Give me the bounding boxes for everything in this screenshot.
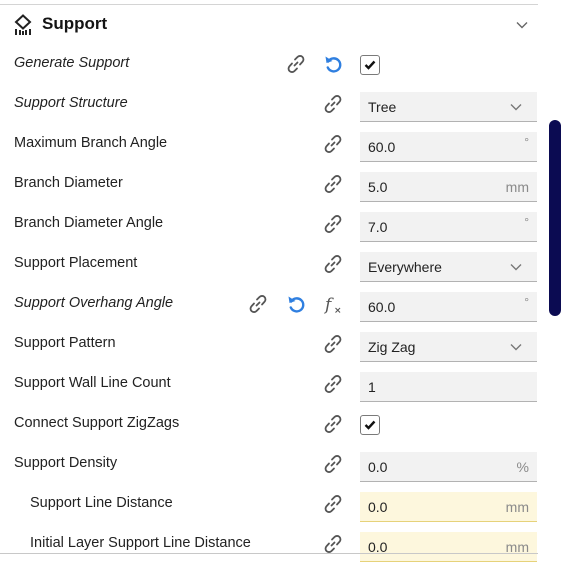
- setting-value: 0.0: [368, 459, 388, 475]
- link-icon[interactable]: [321, 412, 345, 436]
- setting-value: Everywhere: [368, 259, 442, 275]
- setting-unit: %: [516, 459, 529, 475]
- setting-unit: mm: [505, 179, 529, 195]
- setting-row-branch-diameter-angle: Branch Diameter Angle 7.0 °: [0, 204, 538, 244]
- setting-row-support-wall-line-count: Support Wall Line Count 1: [0, 364, 538, 404]
- link-icon[interactable]: [321, 332, 345, 356]
- setting-label: Maximum Branch Angle: [14, 135, 168, 151]
- link-icon[interactable]: [321, 252, 345, 276]
- setting-label: Support Line Distance: [30, 495, 173, 511]
- setting-dropdown[interactable]: Everywhere: [360, 252, 537, 282]
- link-icon[interactable]: [284, 52, 308, 76]
- scrollbar-thumb[interactable]: [549, 120, 561, 316]
- chevron-down-icon: [509, 260, 523, 274]
- setting-dropdown[interactable]: Zig Zag: [360, 332, 537, 362]
- svg-text:×: ×: [334, 306, 342, 316]
- chevron-down-icon: [509, 340, 523, 354]
- setting-row-initial-layer-support-line-distance: Initial Layer Support Line Distance 0.0 mm: [0, 524, 538, 564]
- setting-input[interactable]: 1: [360, 372, 537, 402]
- setting-input[interactable]: 0.0 mm: [360, 492, 537, 522]
- setting-unit: °: [524, 215, 529, 229]
- setting-unit: °: [524, 135, 529, 149]
- setting-value: 0.0: [368, 499, 388, 515]
- setting-label: Generate Support: [14, 55, 130, 71]
- link-icon[interactable]: [246, 292, 270, 316]
- setting-input[interactable]: 60.0 °: [360, 292, 537, 322]
- link-icon[interactable]: [321, 92, 345, 116]
- setting-row-maximum-branch-angle: Maximum Branch Angle 60.0 °: [0, 124, 538, 164]
- link-icon[interactable]: [321, 132, 345, 156]
- setting-label: Branch Diameter: [14, 175, 123, 191]
- setting-value: 5.0: [368, 179, 388, 195]
- setting-input[interactable]: 60.0 °: [360, 132, 537, 162]
- setting-value: Tree: [368, 99, 397, 115]
- setting-row-support-density: Support Density 0.0%: [0, 444, 538, 484]
- setting-value: Zig Zag: [368, 339, 416, 355]
- setting-label: Support Overhang Angle: [14, 295, 174, 311]
- setting-row-support-line-distance: Support Line Distance 0.0 mm: [0, 484, 538, 524]
- top-divider: [0, 4, 538, 5]
- link-icon[interactable]: [321, 492, 345, 516]
- setting-label: Initial Layer Support Line Distance: [30, 535, 251, 551]
- setting-row-generate-support: Generate Support: [0, 44, 538, 84]
- setting-unit: mm: [505, 499, 529, 515]
- setting-input[interactable]: 7.0 °: [360, 212, 537, 242]
- setting-checkbox[interactable]: [360, 415, 380, 435]
- bottom-divider: [0, 553, 538, 554]
- setting-label: Support Placement: [14, 255, 138, 271]
- link-icon[interactable]: [321, 372, 345, 396]
- setting-label: Support Pattern: [14, 335, 116, 351]
- setting-input[interactable]: 0.0%: [360, 452, 537, 482]
- setting-value: 60.0: [368, 139, 396, 155]
- setting-dropdown[interactable]: Tree: [360, 92, 537, 122]
- setting-row-branch-diameter: Branch Diameter 5.0 mm: [0, 164, 538, 204]
- setting-label: Connect Support ZigZags: [14, 415, 180, 431]
- setting-input[interactable]: 0.0 mm: [360, 532, 537, 562]
- setting-row-support-pattern: Support Pattern Zig Zag: [0, 324, 538, 364]
- setting-label: Support Density: [14, 455, 118, 471]
- function-icon[interactable]: f ×: [321, 292, 345, 316]
- setting-input[interactable]: 5.0 mm: [360, 172, 537, 202]
- support-category-icon: [14, 14, 32, 35]
- setting-label: Support Structure: [14, 95, 128, 111]
- setting-value: 60.0: [368, 299, 396, 315]
- link-icon[interactable]: [321, 212, 345, 236]
- chevron-down-icon[interactable]: [513, 16, 531, 34]
- reset-icon[interactable]: [284, 292, 308, 316]
- setting-label: Branch Diameter Angle: [14, 215, 164, 231]
- section-header-support[interactable]: Support: [0, 8, 538, 42]
- section-title: Support: [42, 14, 108, 33]
- chevron-down-icon: [509, 100, 523, 114]
- setting-checkbox[interactable]: [360, 55, 380, 75]
- setting-row-support-structure: Support Structure Tree: [0, 84, 538, 124]
- setting-row-support-overhang-angle: Support Overhang Angle f × 60.0 °: [0, 284, 538, 324]
- link-icon[interactable]: [321, 172, 345, 196]
- setting-label: Support Wall Line Count: [14, 375, 171, 391]
- setting-row-connect-support-zigzags: Connect Support ZigZags: [0, 404, 538, 444]
- setting-value: 1: [368, 379, 376, 395]
- setting-row-support-placement: Support Placement Everywhere: [0, 244, 538, 284]
- reset-icon[interactable]: [321, 52, 345, 76]
- setting-unit: °: [524, 295, 529, 309]
- setting-value: 7.0: [368, 219, 388, 235]
- svg-text:f: f: [323, 295, 334, 315]
- link-icon[interactable]: [321, 452, 345, 476]
